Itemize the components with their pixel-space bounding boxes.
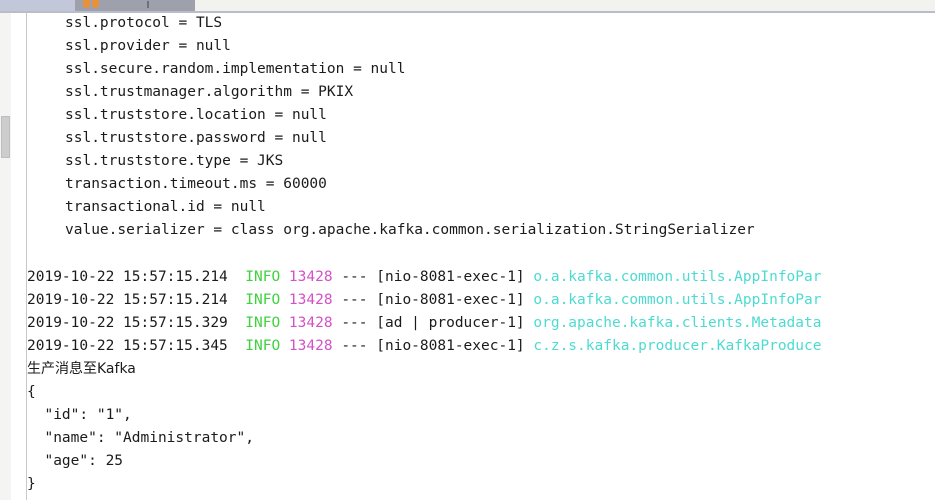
config-line: ssl.trustmanager.algorithm = PKIX: [65, 84, 354, 100]
config-line: ssl.provider = null: [65, 38, 231, 54]
log-line: 2019-10-22 15:57:15.345 INFO 13428 --- […: [27, 336, 821, 356]
config-line: ssl.truststore.password = null: [65, 130, 327, 146]
log-logger: o.a.kafka.common.utils.AppInfoPar: [533, 269, 822, 285]
console-window: ssl.protocol = TLS ssl.provider = null s…: [0, 0, 935, 500]
log-level: INFO: [245, 315, 281, 331]
config-line: transaction.timeout.ms = 60000: [65, 176, 327, 192]
log-pid: 13428: [288, 338, 333, 354]
tool-window-tab-strip: [0, 0, 935, 11]
tab-run-console[interactable]: [75, 0, 195, 11]
log-line: 2019-10-22 15:57:15.329 INFO 13428 --- […: [27, 313, 821, 333]
log-logger: c.z.s.kafka.producer.KafkaProduce: [533, 338, 822, 354]
log-thread: [nio-8081-exec-1]: [376, 269, 525, 285]
log-timestamp: 2019-10-22 15:57:15.345: [27, 338, 228, 354]
log-separator: ---: [341, 269, 368, 285]
payload-line: "name": "Administrator",: [27, 430, 254, 446]
log-pid: 13428: [288, 292, 333, 308]
log-pid: 13428: [288, 315, 333, 331]
config-line: transactional.id = null: [65, 199, 266, 215]
config-line: value.serializer = class org.apache.kafk…: [65, 222, 755, 238]
console-output[interactable]: ssl.protocol = TLS ssl.provider = null s…: [27, 13, 935, 500]
log-timestamp: 2019-10-22 15:57:15.214: [27, 269, 228, 285]
config-line: ssl.secure.random.implementation = null: [65, 61, 406, 77]
config-line: ssl.truststore.location = null: [65, 107, 327, 123]
tab-strip-left-filler: [0, 0, 75, 11]
vertical-scrollbar[interactable]: [0, 13, 11, 500]
log-logger: o.a.kafka.common.utils.AppInfoPar: [533, 292, 822, 308]
log-thread: [nio-8081-exec-1]: [376, 292, 525, 308]
log-timestamp: 2019-10-22 15:57:15.329: [27, 315, 228, 331]
log-level: INFO: [245, 269, 281, 285]
log-separator: ---: [341, 292, 368, 308]
log-separator: ---: [341, 315, 368, 331]
payload-line: {: [27, 384, 36, 400]
config-line: ssl.protocol = TLS: [65, 15, 223, 31]
payload-line: }: [27, 476, 36, 492]
scrollbar-thumb[interactable]: [1, 116, 10, 158]
log-separator: ---: [341, 338, 368, 354]
config-line: ssl.truststore.type = JKS: [65, 153, 284, 169]
message-label: 生产消息至Kafka: [27, 361, 136, 377]
log-line: 2019-10-22 15:57:15.214 INFO 13428 --- […: [27, 267, 821, 287]
log-logger: org.apache.kafka.clients.Metadata: [533, 315, 822, 331]
log-level: INFO: [245, 338, 281, 354]
tab-close-icon[interactable]: [147, 1, 149, 8]
payload-line: "age": 25: [27, 453, 124, 469]
log-thread: [ad | producer-1]: [376, 315, 525, 331]
log-thread: [nio-8081-exec-1]: [376, 338, 525, 354]
log-pid: 13428: [288, 269, 333, 285]
log-timestamp: 2019-10-22 15:57:15.214: [27, 292, 228, 308]
run-configuration-icon: [83, 0, 105, 8]
log-level: INFO: [245, 292, 281, 308]
log-line: 2019-10-22 15:57:15.214 INFO 13428 --- […: [27, 290, 821, 310]
payload-line: "id": "1",: [27, 407, 132, 423]
